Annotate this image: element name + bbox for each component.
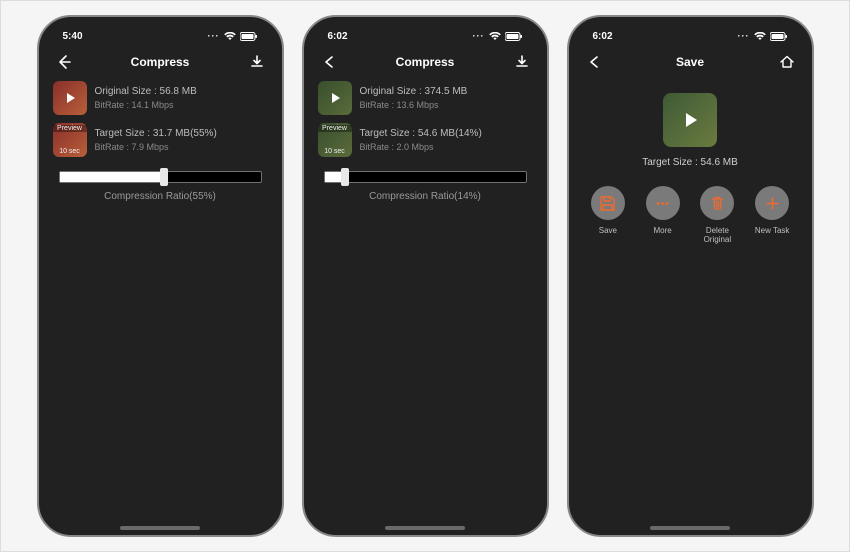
video-thumbnail[interactable] [53,81,87,115]
play-icon [53,81,87,115]
ratio-label: Compression Ratio(14%) [324,191,527,202]
new-task-label: New Task [755,226,790,235]
save-icon [591,186,625,220]
plus-icon [755,186,789,220]
new-task-action[interactable]: New Task [747,186,797,244]
original-bitrate-label: BitRate : 13.6 Mbps [360,100,468,110]
home-indicator[interactable] [120,526,200,530]
page-title: Compress [338,55,513,69]
play-icon [318,81,352,115]
trash-icon [700,186,734,220]
slider-knob[interactable] [341,168,349,186]
cellular-icon: ··· [473,31,485,41]
wifi-icon [754,32,766,41]
download-button[interactable] [248,53,266,71]
compression-slider[interactable] [59,171,262,183]
cellular-icon: ··· [738,31,750,41]
page-title: Save [603,55,778,69]
save-label: Save [599,226,617,235]
more-action[interactable]: More [638,186,688,244]
delete-original-action[interactable]: Delete Original [692,186,742,244]
slider-knob[interactable] [160,168,168,186]
original-row: Original Size : 56.8 MB BitRate : 14.1 M… [49,81,272,115]
preview-duration: 10 sec [318,148,352,155]
result-thumbnail[interactable] [663,93,717,147]
target-size-label: Target Size : 54.6 MB [642,157,738,168]
battery-icon [770,32,788,41]
slider-fill [60,172,165,182]
more-icon [646,186,680,220]
original-bitrate-label: BitRate : 14.1 Mbps [95,100,197,110]
back-button[interactable] [55,53,73,71]
original-row: Original Size : 374.5 MB BitRate : 13.6 … [314,81,537,115]
back-button[interactable] [585,53,603,71]
page-title: Compress [73,55,248,69]
back-button[interactable] [320,53,338,71]
more-label: More [654,226,672,235]
wifi-icon [489,32,501,41]
target-size-label: Target Size : 54.6 MB(14%) [360,128,482,139]
preview-badge: Preview [53,125,87,132]
phone-compress-2: 6:02 ··· Compress Original Size : 374.5 … [302,15,549,537]
preview-thumbnail[interactable]: Preview 10 sec [53,123,87,157]
phone-save: 6:02 ··· Save Target Size : 54.6 MB [567,15,814,537]
status-bar: 6:02 ··· [579,27,802,45]
target-row: Preview 10 sec Target Size : 31.7 MB(55%… [49,123,272,157]
battery-icon [240,32,258,41]
original-size-label: Original Size : 56.8 MB [95,86,197,97]
cellular-icon: ··· [208,31,220,41]
preview-thumbnail[interactable]: Preview 10 sec [318,123,352,157]
target-bitrate-label: BitRate : 7.9 Mbps [95,142,217,152]
wifi-icon [224,32,236,41]
status-time: 5:40 [63,31,83,42]
ratio-label: Compression Ratio(55%) [59,191,262,202]
header: Save [579,45,802,81]
download-button[interactable] [513,53,531,71]
status-time: 6:02 [328,31,348,42]
play-icon [663,93,717,147]
home-indicator[interactable] [385,526,465,530]
home-indicator[interactable] [650,526,730,530]
video-thumbnail[interactable] [318,81,352,115]
save-action[interactable]: Save [583,186,633,244]
target-bitrate-label: BitRate : 2.0 Mbps [360,142,482,152]
original-size-label: Original Size : 374.5 MB [360,86,468,97]
header: Compress [314,45,537,81]
home-button[interactable] [778,53,796,71]
target-row: Preview 10 sec Target Size : 54.6 MB(14%… [314,123,537,157]
phone-compress-1: 5:40 ··· Compress Original Size : 56.8 M… [37,15,284,537]
status-bar: 5:40 ··· [49,27,272,45]
header: Compress [49,45,272,81]
status-time: 6:02 [593,31,613,42]
battery-icon [505,32,523,41]
delete-original-label: Delete Original [692,226,742,244]
action-row: Save More Delete Original New Task [579,186,802,244]
compression-slider[interactable] [324,171,527,183]
status-bar: 6:02 ··· [314,27,537,45]
preview-badge: Preview [318,125,352,132]
preview-duration: 10 sec [53,148,87,155]
target-size-label: Target Size : 31.7 MB(55%) [95,128,217,139]
